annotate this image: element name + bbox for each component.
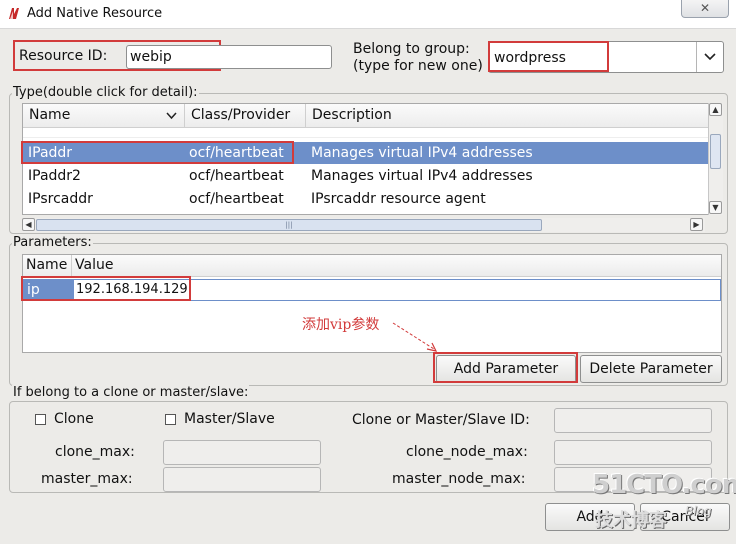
vertical-scrollbar[interactable]: ▲ ▼ xyxy=(708,103,723,215)
group-label-line1: Belong to group: xyxy=(353,41,470,57)
annotation-arrow-icon xyxy=(392,322,438,352)
column-name-label: Name xyxy=(29,107,71,123)
app-icon xyxy=(9,8,19,19)
scroll-grip: ||| xyxy=(285,221,293,229)
master-slave-checkbox-label: Master/Slave xyxy=(184,411,275,427)
group-label-line2: (type for new one) xyxy=(353,58,483,74)
close-icon: ✕ xyxy=(699,1,711,15)
type-legend: Type(double click for detail): xyxy=(12,85,199,100)
column-header-description[interactable]: Description xyxy=(306,104,708,128)
resource-id-value: webip xyxy=(130,49,172,65)
master-slave-checkbox[interactable] xyxy=(165,414,176,425)
delete-parameter-label: Delete Parameter xyxy=(589,361,713,377)
window-title: Add Native Resource xyxy=(27,6,163,21)
delete-parameter-button[interactable]: Delete Parameter xyxy=(580,355,722,383)
row-name[interactable]: IPsrcaddr xyxy=(28,189,93,209)
master-node-max-label: master_node_max: xyxy=(392,471,526,487)
clone-node-max-label: clone_node_max: xyxy=(406,444,528,460)
column-header-name[interactable]: Name xyxy=(23,104,185,128)
close-button[interactable]: ✕ xyxy=(681,0,729,18)
row-name[interactable]: IPaddr2 xyxy=(28,166,81,186)
watermark-blog: Blog xyxy=(685,504,712,518)
column-description-label: Description xyxy=(312,107,392,123)
vertical-scroll-thumb[interactable] xyxy=(710,134,721,169)
parameters-legend: Parameters: xyxy=(12,235,93,250)
parameters-table[interactable]: Name Value ip 192.168.194.129 xyxy=(22,254,722,353)
annotation-text: 添加vip参数 xyxy=(302,317,380,333)
scroll-down-icon[interactable]: ▼ xyxy=(709,201,722,214)
master-max-input[interactable] xyxy=(163,467,321,492)
clone-checkbox[interactable] xyxy=(35,414,46,425)
scroll-right-icon[interactable]: ▶ xyxy=(690,218,703,231)
clone-id-label: Clone or Master/Slave ID: xyxy=(352,412,530,428)
param-header-name[interactable]: Name xyxy=(23,255,72,277)
row-provider: ocf/heartbeat xyxy=(189,191,284,207)
row-provider: ocf/heartbeat xyxy=(189,168,284,184)
param-header-value-label: Value xyxy=(75,257,114,273)
param-header-value[interactable]: Value xyxy=(72,255,721,277)
clone-max-input[interactable] xyxy=(163,440,321,465)
chevron-down-icon[interactable] xyxy=(704,52,716,62)
title-bar: Add Native Resource ✕ xyxy=(0,0,736,29)
param-row-highlight xyxy=(21,276,191,301)
combobox-divider xyxy=(696,42,697,72)
scroll-up-icon[interactable]: ▲ xyxy=(709,103,722,116)
row-description: IPsrcaddr resource agent xyxy=(311,191,486,207)
clone-max-label: clone_max: xyxy=(55,444,135,460)
row-description: Manages virtual IPv4 addresses xyxy=(311,168,533,184)
resource-id-input[interactable]: webip xyxy=(126,45,332,69)
selected-row-highlight xyxy=(21,141,294,164)
horizontal-scrollbar[interactable]: ◀ ||| ▶ xyxy=(22,218,705,232)
horizontal-scroll-thumb[interactable]: ||| xyxy=(36,219,542,231)
column-header-provider[interactable]: Class/Provider xyxy=(185,104,306,128)
row-description: Manages virtual IPv4 addresses xyxy=(311,145,533,161)
add-parameter-highlight xyxy=(433,352,578,383)
watermark-logo: 51CTO.com xyxy=(592,470,736,500)
clone-id-input[interactable] xyxy=(554,408,712,433)
resource-id-label: Resource ID: xyxy=(19,48,108,64)
column-provider-label: Class/Provider xyxy=(191,107,291,123)
group-highlight xyxy=(488,41,609,72)
scroll-left-icon[interactable]: ◀ xyxy=(22,218,35,231)
param-header-name-label: Name xyxy=(26,257,68,273)
master-max-label: master_max: xyxy=(41,471,133,487)
sort-chevron-icon xyxy=(166,112,177,120)
watermark-subtitle: 技术博客 xyxy=(595,510,667,531)
partial-row xyxy=(23,128,708,138)
clone-node-max-input[interactable] xyxy=(554,440,712,465)
clone-legend: If belong to a clone or master/slave: xyxy=(12,385,250,400)
clone-checkbox-label: Clone xyxy=(54,411,94,427)
